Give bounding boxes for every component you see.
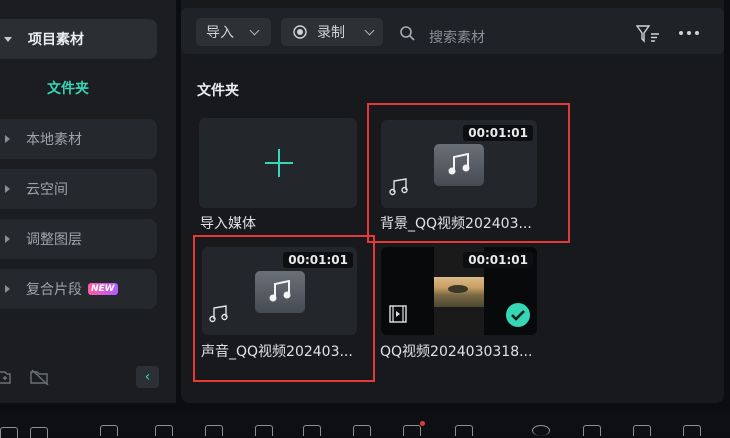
record-label: 录制 — [317, 25, 345, 41]
notification-dot — [420, 421, 425, 426]
duration-badge: 00:01:01 — [463, 252, 533, 268]
redo-icon[interactable] — [30, 427, 48, 438]
search-input[interactable]: 搜索素材 — [429, 27, 485, 47]
expand-arrow-icon — [5, 185, 10, 193]
audio-thumbnail — [434, 144, 484, 186]
sidebar-item-project-media[interactable]: 项目素材 — [0, 19, 157, 59]
filter-icon[interactable] — [636, 25, 660, 43]
audio-type-icon — [389, 178, 408, 196]
list-icon[interactable] — [683, 425, 701, 436]
tool-icon[interactable] — [583, 425, 601, 436]
audio-thumbnail — [255, 271, 305, 313]
timeline-toolbar — [0, 411, 730, 438]
sidebar-item-label: 复合片段 — [26, 282, 82, 298]
import-label: 导入 — [206, 25, 234, 41]
sidebar-item-label: 项目素材 — [28, 32, 84, 48]
chevron-down-icon — [364, 25, 375, 35]
sidebar-item-local-media[interactable]: 本地素材 — [0, 119, 157, 159]
sidebar: 项目素材 文件夹 本地素材 云空间 调整图层 复合片段 NEW ‹ — [0, 0, 176, 403]
import-dropdown[interactable]: 导入 — [196, 18, 271, 46]
media-card-background-audio[interactable]: 00:01:01 — [381, 120, 537, 208]
remove-folder-icon[interactable] — [30, 369, 50, 385]
undo-icon[interactable] — [0, 427, 18, 438]
media-toolbar: 导入 录制 搜索素材 — [181, 8, 724, 54]
delete-icon[interactable] — [205, 425, 223, 436]
chevron-left-icon: ‹ — [144, 369, 151, 385]
video-type-icon — [389, 305, 407, 323]
checkmark-icon — [506, 303, 530, 327]
screen-icon[interactable] — [403, 425, 421, 436]
audio-type-icon — [209, 305, 228, 323]
tool-icon[interactable] — [100, 425, 118, 436]
search-icon — [400, 26, 415, 41]
card-label: 声音_QQ视频202403... — [201, 344, 353, 360]
sidebar-item-label: 云空间 — [26, 182, 68, 198]
expand-arrow-icon — [5, 285, 10, 293]
chevron-down-icon — [249, 25, 260, 35]
media-card-video[interactable]: 00:01:01 — [381, 247, 537, 335]
collapse-sidebar-button[interactable]: ‹ — [136, 366, 159, 388]
loading-icon — [532, 425, 550, 436]
expand-arrow-icon — [4, 36, 12, 42]
section-title: 文件夹 — [197, 83, 239, 99]
new-badge: NEW — [88, 283, 118, 295]
crop-icon[interactable] — [303, 425, 321, 436]
sidebar-item-label: 调整图层 — [26, 232, 82, 248]
split-icon[interactable] — [255, 425, 273, 436]
card-label: 背景_QQ视频202403... — [380, 216, 532, 232]
text-icon[interactable] — [353, 425, 371, 436]
sidebar-item-label: 本地素材 — [26, 132, 82, 148]
music-note-icon — [269, 280, 291, 302]
sidebar-item-cloud-space[interactable]: 云空间 — [0, 169, 157, 209]
import-media-card[interactable] — [199, 118, 357, 208]
expand-arrow-icon — [5, 135, 10, 143]
more-tools-icon[interactable] — [455, 425, 473, 436]
duration-badge: 00:01:01 — [283, 252, 353, 268]
more-options-icon[interactable] — [678, 30, 700, 36]
media-panel: 导入 录制 搜索素材 文件夹 导入媒体 00:01:01 背景_QQ视频2024… — [181, 0, 724, 403]
media-card-voice-audio[interactable]: 00:01:01 — [202, 247, 357, 335]
sidebar-item-compound-clip[interactable]: 复合片段 NEW — [0, 269, 157, 309]
card-label: QQ视频2024030318... — [380, 344, 533, 360]
sidebar-item-adjustment-layer[interactable]: 调整图层 — [0, 219, 157, 259]
card-label: 导入媒体 — [200, 216, 256, 232]
sidebar-item-folder[interactable]: 文件夹 — [0, 78, 136, 98]
add-folder-icon[interactable] — [0, 369, 12, 385]
tool-icon[interactable] — [155, 425, 173, 436]
music-note-icon — [448, 153, 470, 175]
expand-arrow-icon — [5, 235, 10, 243]
duration-badge: 00:01:01 — [463, 125, 533, 141]
record-dropdown[interactable]: 录制 — [281, 18, 383, 46]
record-icon — [293, 25, 307, 39]
plus-icon — [265, 149, 293, 177]
mic-icon[interactable] — [633, 425, 651, 436]
